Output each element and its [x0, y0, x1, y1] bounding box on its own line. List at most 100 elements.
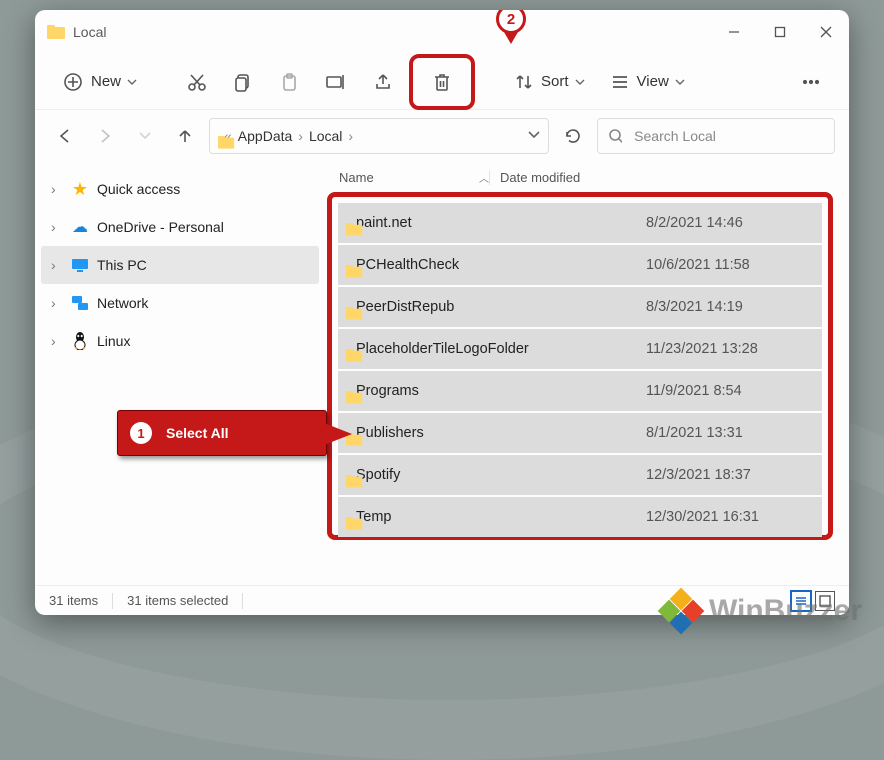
- file-date: 12/30/2021 16:31: [646, 509, 759, 525]
- file-row[interactable]: paint.net 8/2/2021 14:46: [338, 203, 822, 243]
- network-icon: [71, 294, 89, 312]
- file-name: Programs: [356, 383, 636, 399]
- callout-step2: 2: [493, 10, 529, 50]
- window-title: Local: [73, 24, 106, 40]
- star-icon: ★: [71, 180, 89, 198]
- chevron-right-icon: ›: [348, 128, 353, 144]
- file-row[interactable]: Programs 11/9/2021 8:54: [338, 371, 822, 411]
- search-icon: [608, 128, 622, 144]
- scissors-icon: [187, 72, 207, 92]
- status-item-count: 31 items: [49, 593, 98, 608]
- cut-button[interactable]: [177, 62, 217, 102]
- copy-icon: [233, 72, 253, 92]
- tree-item-label: This PC: [97, 257, 147, 273]
- file-date: 12/3/2021 18:37: [646, 467, 751, 483]
- navigation-tree: › ★ Quick access › ☁ OneDrive - Personal…: [35, 162, 325, 585]
- callout-selection-frame: paint.net 8/2/2021 14:46 PCHealthCheck 10/6…: [327, 192, 833, 540]
- sort-button[interactable]: Sort: [505, 62, 595, 102]
- column-headers[interactable]: Name ︿ Date modified: [325, 162, 849, 192]
- breadcrumb-current[interactable]: Local: [309, 128, 342, 144]
- file-date: 8/2/2021 14:46: [646, 215, 743, 231]
- tree-item-quick-access[interactable]: › ★ Quick access: [41, 170, 319, 208]
- tree-item-network[interactable]: › Network: [41, 284, 319, 322]
- file-date: 8/3/2021 14:19: [646, 299, 743, 315]
- monitor-icon: [71, 256, 89, 274]
- navigation-bar: « AppData › Local ›: [35, 110, 849, 162]
- file-date: 8/1/2021 13:31: [646, 425, 743, 441]
- new-button-label: New: [91, 73, 121, 90]
- tree-item-label: Network: [97, 295, 148, 311]
- file-row[interactable]: Publishers 8/1/2021 13:31: [338, 413, 822, 453]
- cloud-icon: ☁: [71, 218, 89, 236]
- watermark: WinBuzzer: [661, 591, 862, 631]
- share-button[interactable]: [363, 62, 403, 102]
- status-selected-count: 31 items selected: [127, 593, 228, 608]
- file-row[interactable]: PeerDistRepub 8/3/2021 14:19: [338, 287, 822, 327]
- close-button[interactable]: [803, 10, 849, 54]
- minimize-button[interactable]: [711, 10, 757, 54]
- recent-locations-button[interactable]: [129, 120, 161, 152]
- forward-button[interactable]: [89, 120, 121, 152]
- file-name: Publishers: [356, 425, 636, 441]
- callout-step1-text: Select All: [166, 425, 229, 441]
- ellipsis-icon: [801, 72, 821, 92]
- file-name: paint.net: [356, 215, 636, 231]
- tree-item-linux[interactable]: › Linux: [41, 322, 319, 360]
- clipboard-icon: [279, 72, 299, 92]
- column-date-modified[interactable]: Date modified: [489, 170, 849, 185]
- maximize-button[interactable]: [757, 10, 803, 54]
- view-button-label: View: [637, 73, 669, 90]
- file-explorer-window: 2 Local New: [35, 10, 849, 615]
- file-name: PCHealthCheck: [356, 257, 636, 273]
- file-name: Temp: [356, 509, 636, 525]
- callout-step1: 1 Select All: [117, 410, 327, 456]
- linux-icon: [71, 332, 89, 350]
- toolbar: New Sort Vie: [35, 54, 849, 110]
- file-row[interactable]: Temp 12/30/2021 16:31: [338, 497, 822, 537]
- view-button[interactable]: View: [601, 62, 695, 102]
- file-date: 11/23/2021 13:28: [646, 341, 758, 357]
- list-icon: [611, 73, 629, 91]
- chevron-right-icon: ›: [298, 128, 303, 144]
- chevron-down-icon: [127, 77, 137, 87]
- file-name: Spotify: [356, 467, 636, 483]
- titlebar: Local: [35, 10, 849, 54]
- chevron-down-icon: [575, 77, 585, 87]
- tree-item-onedrive[interactable]: › ☁ OneDrive - Personal: [41, 208, 319, 246]
- folder-icon: [47, 25, 65, 39]
- up-button[interactable]: [169, 120, 201, 152]
- chevron-right-icon: ›: [51, 333, 63, 349]
- file-date: 11/9/2021 8:54: [646, 383, 742, 399]
- chevron-right-icon: ›: [51, 257, 63, 273]
- file-name: PlaceholderTileLogoFolder: [356, 341, 636, 357]
- rename-icon: [325, 72, 347, 92]
- tree-item-label: OneDrive - Personal: [97, 219, 224, 235]
- watermark-text: WinBuzzer: [709, 594, 862, 628]
- chevron-right-icon: ›: [51, 219, 63, 235]
- paste-button[interactable]: [269, 62, 309, 102]
- search-box[interactable]: [597, 118, 835, 154]
- tree-item-label: Quick access: [97, 181, 180, 197]
- rename-button[interactable]: [315, 62, 357, 102]
- file-row[interactable]: PlaceholderTileLogoFolder 11/23/2021 13:2…: [338, 329, 822, 369]
- copy-button[interactable]: [223, 62, 263, 102]
- address-dropdown[interactable]: [528, 128, 540, 144]
- delete-button[interactable]: [409, 54, 475, 110]
- chevron-down-icon: [675, 77, 685, 87]
- callout-step1-number: 1: [130, 422, 152, 444]
- refresh-button[interactable]: [557, 120, 589, 152]
- file-name: PeerDistRepub: [356, 299, 636, 315]
- breadcrumb-parent[interactable]: AppData: [238, 128, 292, 144]
- back-button[interactable]: [49, 120, 81, 152]
- file-row[interactable]: Spotify 12/3/2021 18:37: [338, 455, 822, 495]
- new-button[interactable]: New: [53, 62, 147, 102]
- file-date: 10/6/2021 11:58: [646, 257, 750, 273]
- tree-item-this-pc[interactable]: › This PC: [41, 246, 319, 284]
- address-bar[interactable]: « AppData › Local ›: [209, 118, 549, 154]
- chevron-right-icon: ›: [51, 295, 63, 311]
- sort-indicator-icon: ︿: [479, 170, 489, 185]
- trash-icon: [431, 71, 453, 93]
- search-input[interactable]: [632, 127, 824, 145]
- more-button[interactable]: [791, 62, 831, 102]
- file-row[interactable]: PCHealthCheck 10/6/2021 11:58: [338, 245, 822, 285]
